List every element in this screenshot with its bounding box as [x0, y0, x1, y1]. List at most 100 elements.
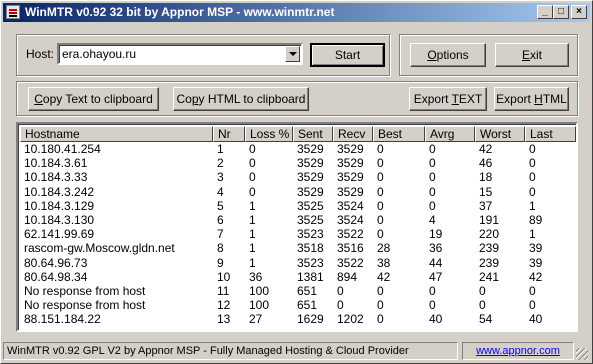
cell-best: 0: [377, 156, 384, 171]
cell-sent: 3529: [297, 170, 324, 185]
cell-avrg: 0: [429, 170, 436, 185]
table-row[interactable]: 80.64.96.73 9 1 3523 3522 38 44 239 39: [20, 256, 576, 270]
cell-last: 0: [529, 170, 536, 185]
options-button[interactable]: Options: [410, 43, 486, 67]
cell-nr: 1: [217, 142, 224, 156]
table-row[interactable]: 10.184.3.33 3 0 3529 3529 0 0 18 0: [20, 170, 576, 184]
copy-text-button[interactable]: Copy Text to clipboard: [28, 87, 159, 111]
cell-avrg: 36: [429, 241, 443, 256]
column-header-recv[interactable]: Recv: [333, 126, 373, 142]
cell-last: 0: [529, 184, 536, 199]
start-button[interactable]: Start: [310, 43, 385, 67]
cell-recv: 3529: [337, 184, 364, 199]
cell-nr: 3: [217, 170, 224, 185]
cell-worst: 239: [479, 255, 500, 270]
cell-last: 1: [529, 227, 536, 242]
table-row[interactable]: 80.64.98.34 10 36 1381 894 42 47 241 42: [20, 270, 576, 284]
host-combobox[interactable]: era.ohayou.ru: [57, 43, 303, 65]
chevron-down-icon[interactable]: [285, 46, 300, 62]
options-button-label: ptions: [436, 48, 469, 62]
table-row[interactable]: 88.151.184.22 13 27 1629 1202 0 40 54 40: [20, 312, 576, 326]
copy-text-mnemonic: C: [34, 92, 43, 106]
copy-html-button[interactable]: Copy HTML to clipboard: [173, 87, 309, 111]
cell-hostname: No response from host: [24, 298, 146, 313]
title-bar[interactable]: WinMTR v0.92 32 bit by Appnor MSP - www.…: [3, 3, 590, 22]
cell-worst: 0: [479, 298, 486, 313]
cell-last: 89: [529, 213, 543, 227]
column-header-nr[interactable]: Nr: [213, 126, 245, 142]
cell-nr: 4: [217, 184, 224, 199]
appnor-link[interactable]: www.appnor.com: [476, 345, 560, 357]
host-label: Host:: [26, 47, 55, 61]
cell-hostname: 62.141.99.69: [24, 227, 95, 242]
table-row[interactable]: 10.184.3.61 2 0 3529 3529 0 0 46 0: [20, 156, 576, 170]
cell-nr: 11: [217, 284, 230, 298]
cell-loss: 100: [249, 298, 270, 313]
table-row[interactable]: rascom-gw.Moscow.gldn.net 8 1 3518 3516 28 36 2…: [20, 241, 576, 255]
cell-hostname: 80.64.98.34: [24, 269, 88, 284]
cell-recv: 3516: [337, 241, 364, 256]
minimize-button[interactable]: _: [537, 5, 553, 19]
cell-last: 0: [529, 298, 536, 313]
cell-hostname: No response from host: [24, 284, 146, 298]
cell-worst: 15: [479, 184, 493, 199]
table-row[interactable]: 10.184.3.242 4 0 3529 3529 0 0 15 0: [20, 185, 576, 199]
cell-loss: 1: [249, 241, 256, 256]
column-header-last[interactable]: Last: [525, 126, 576, 142]
column-header-avrg[interactable]: Avrg: [425, 126, 475, 142]
cell-worst: 191: [479, 213, 500, 227]
column-header-loss[interactable]: Loss %: [245, 126, 293, 142]
table-row[interactable]: No response from host 11 100 651 0 0 0 0 0: [20, 284, 576, 298]
export-text-button[interactable]: Export TEXT: [409, 87, 487, 111]
cell-best: 38: [377, 255, 391, 270]
cell-best: 0: [377, 170, 384, 185]
table-row[interactable]: No response from host 12 100 651 0 0 0 0 0: [20, 298, 576, 312]
cell-best: 0: [377, 227, 384, 242]
cell-last: 40: [529, 312, 543, 327]
cell-worst: 42: [479, 142, 493, 156]
cell-hostname: rascom-gw.Moscow.gldn.net: [24, 241, 175, 256]
cell-last: 42: [529, 269, 543, 284]
cell-recv: 3529: [337, 142, 364, 156]
host-input[interactable]: era.ohayou.ru: [62, 47, 136, 61]
copy-html-label-pre: Co: [176, 92, 192, 106]
close-button[interactable]: ×: [571, 5, 587, 19]
status-link-panel: www.appnor.com: [462, 342, 574, 360]
cell-hostname: 10.184.3.61: [24, 156, 88, 171]
cell-best: 28: [377, 241, 391, 256]
cell-sent: 651: [297, 298, 318, 313]
cell-avrg: 0: [429, 298, 436, 313]
column-header-sent[interactable]: Sent: [293, 126, 333, 142]
cell-worst: 220: [479, 227, 500, 242]
export-html-button[interactable]: Export HTML: [494, 87, 569, 111]
column-header-hostname[interactable]: Hostname: [20, 126, 213, 142]
column-header-best[interactable]: Best: [373, 126, 425, 142]
column-header-worst[interactable]: Worst: [475, 126, 525, 142]
table-row[interactable]: 10.180.41.254 1 0 3529 3529 0 0 42 0: [20, 142, 576, 156]
cell-loss: 1: [249, 213, 256, 227]
table-row[interactable]: 62.141.99.69 7 1 3523 3522 0 19 220 1: [20, 227, 576, 241]
cell-last: 39: [529, 241, 543, 256]
exit-button[interactable]: Exit: [495, 43, 569, 67]
cell-sent: 1629: [297, 312, 324, 327]
cell-loss: 1: [249, 255, 256, 270]
cell-recv: 3529: [337, 156, 364, 171]
start-button-label: Start: [334, 48, 361, 62]
table-row[interactable]: 10.184.3.130 6 1 3525 3524 0 4 191 89: [20, 213, 576, 227]
resize-grip[interactable]: [576, 348, 588, 360]
cell-sent: 651: [297, 284, 318, 298]
cell-loss: 0: [249, 184, 256, 199]
exit-button-label: xit: [530, 48, 542, 62]
cell-loss: 36: [249, 269, 263, 284]
cell-best: 0: [377, 184, 384, 199]
cell-loss: 1: [249, 198, 256, 213]
cell-loss: 0: [249, 156, 256, 171]
cell-best: 0: [377, 284, 384, 298]
table-row[interactable]: 10.184.3.129 5 1 3525 3524 0 0 37 1: [20, 199, 576, 213]
maximize-button[interactable]: □: [553, 5, 569, 19]
cell-avrg: 40: [429, 312, 443, 327]
exit-button-mnemonic: E: [521, 48, 530, 62]
app-icon: [6, 5, 20, 19]
cell-sent: 3529: [297, 184, 324, 199]
results-table[interactable]: Hostname Nr Loss % Sent Recv Best Avrg Worst Las…: [16, 122, 578, 332]
